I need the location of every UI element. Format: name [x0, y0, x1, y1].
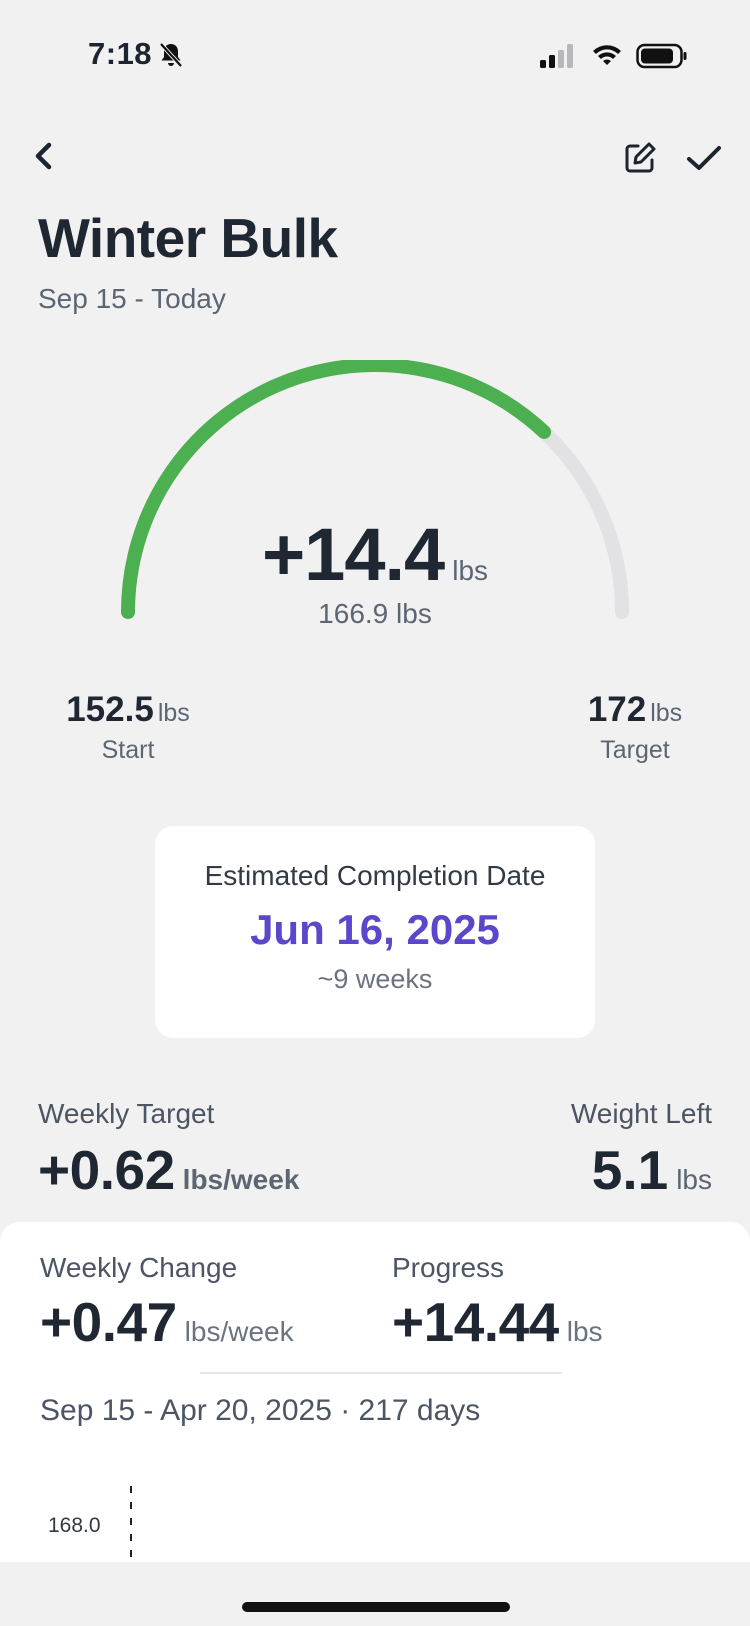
- start-weight-unit: lbs: [157, 699, 190, 727]
- divider: [200, 1372, 562, 1374]
- start-weight: 152.5 lbs Start: [48, 690, 208, 765]
- status-bar: 7:18: [0, 0, 750, 110]
- edit-button[interactable]: [618, 136, 662, 180]
- current-weight: 166.9 lbs: [318, 598, 432, 629]
- gauge-change-value: +14.4: [261, 513, 445, 596]
- completion-date: Jun 16, 2025: [250, 906, 500, 953]
- page-title: Winter Bulk: [38, 207, 338, 269]
- gauge-change-unit: lbs: [452, 555, 489, 586]
- weekly-change-label: Weekly Change: [40, 1252, 238, 1283]
- weight-left-unit: lbs: [676, 1164, 712, 1195]
- weekly-change-unit: lbs/week: [184, 1316, 294, 1347]
- weight-left-label: Weight Left: [570, 1098, 712, 1129]
- progress-unit: lbs: [566, 1316, 603, 1347]
- weekly-target-value: +0.62: [38, 1139, 175, 1201]
- wifi-icon: [593, 45, 621, 65]
- progress-label: Progress: [392, 1252, 505, 1283]
- target-weight-unit: lbs: [650, 699, 683, 727]
- weekly-change-value: +0.47: [40, 1291, 177, 1353]
- target-weight: 172 lbs Target: [560, 690, 710, 765]
- progress-value: +14.44: [392, 1291, 559, 1353]
- back-button[interactable]: [24, 136, 64, 176]
- weekly-change: +0.47 lbs/week: [40, 1290, 294, 1354]
- progress-stat: +14.44 lbs: [392, 1290, 603, 1354]
- completion-card: Estimated Completion Date Jun 16, 2025 ~…: [155, 826, 595, 1038]
- date-range-subtitle: Sep 15 - Today: [38, 283, 226, 314]
- status-time: 7:18: [88, 36, 153, 71]
- confirm-button[interactable]: [682, 136, 726, 180]
- weight-left: 5.1 lbs: [592, 1138, 712, 1202]
- battery-icon: [636, 43, 687, 69]
- y-tick-label: 168.0: [48, 1514, 101, 1537]
- completion-label: Estimated Completion Date: [204, 860, 546, 891]
- edit-icon: [625, 142, 656, 173]
- weekly-target-label: Weekly Target: [38, 1098, 215, 1129]
- start-weight-label: Start: [101, 736, 155, 764]
- home-indicator[interactable]: [242, 1602, 510, 1612]
- weekly-target-unit: lbs/week: [182, 1164, 300, 1195]
- weekly-target: +0.62 lbs/week: [38, 1138, 299, 1202]
- target-weight-label: Target: [600, 736, 670, 764]
- weight-left-value: 5.1: [591, 1139, 669, 1201]
- cellular-signal-icon: [540, 44, 573, 68]
- target-weight-value: 172: [587, 690, 647, 729]
- chevron-left-icon: [35, 142, 52, 170]
- checkmark-icon: [687, 146, 721, 170]
- gauge-change: +14.4 lbs: [0, 512, 750, 597]
- chart-range-text: Sep 15 - Apr 20, 2025 · 217 days: [40, 1394, 481, 1427]
- bell-muted-icon: [159, 42, 183, 68]
- completion-weeks: ~9 weeks: [317, 964, 433, 994]
- home-indicator-area: [0, 1562, 750, 1626]
- screen: 7:18 Winter Bulk Sep 15 - Today +14.4 lb…: [0, 0, 750, 1626]
- start-weight-value: 152.5: [66, 690, 154, 729]
